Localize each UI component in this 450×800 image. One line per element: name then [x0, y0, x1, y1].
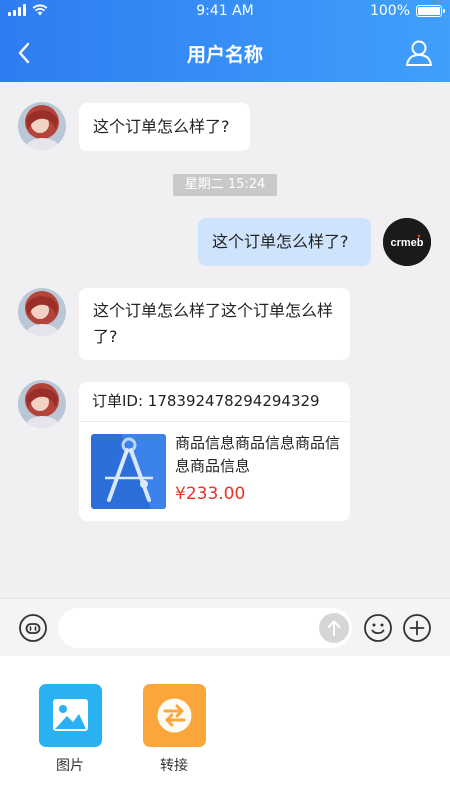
status-right: 100% — [369, 3, 445, 19]
page-title: 用户名称 — [186, 44, 263, 66]
image-tool[interactable]: 图片 — [38, 684, 102, 775]
battery-icon — [416, 5, 445, 17]
avatar[interactable] — [18, 288, 66, 336]
crmeb-logo: crmeb — [383, 218, 431, 266]
timestamp: 星期二 15:24 — [173, 174, 277, 196]
image-icon — [38, 684, 102, 747]
message-text: 这个订单怎么样了? — [212, 232, 349, 251]
avatar[interactable] — [18, 380, 66, 428]
emoji-button[interactable] — [363, 613, 393, 643]
message-bubble: 这个订单怎么样了? — [79, 103, 250, 151]
product-price: ¥233.00 — [175, 484, 246, 504]
more-button[interactable] — [402, 613, 432, 643]
status-bar: 9:41 AM 100% — [0, 0, 450, 24]
tools-panel: 图片 转接 — [0, 656, 450, 800]
product-image — [91, 434, 166, 509]
message-text: 这个订单怎么样了? — [93, 117, 230, 136]
send-button[interactable] — [319, 613, 349, 643]
chat-area[interactable]: 这个订单怎么样了? 星期二 15:24 这个订单怎么样了? crmeb 这个订单… — [0, 82, 450, 598]
voice-button[interactable] — [18, 613, 48, 643]
transfer-tool-label: 转接 — [160, 758, 188, 774]
emoji-icon — [364, 614, 392, 642]
order-id: 订单ID: 178392478294294329 — [92, 392, 320, 410]
message-text: 这个订单怎么样了这个订单怎么样了? — [93, 301, 334, 346]
plus-icon — [403, 614, 431, 642]
divider — [79, 421, 350, 422]
arrow-up-icon — [327, 620, 341, 636]
avatar[interactable] — [18, 102, 66, 150]
voice-icon — [19, 614, 47, 642]
order-card[interactable]: 订单ID: 178392478294294329 商品信息商品信息商品信息商品信… — [79, 382, 350, 521]
transfer-tool[interactable]: 转接 — [142, 684, 206, 775]
transfer-icon — [142, 684, 206, 747]
nav-bar: 用户名称 — [0, 30, 450, 76]
app-header: 9:41 AM 100% 用户名称 — [0, 0, 450, 82]
user-profile-button[interactable] — [404, 38, 434, 68]
user-icon — [406, 40, 432, 66]
product-name: 商品信息商品信息商品信息商品信息 — [175, 434, 341, 475]
message-bubble: 这个订单怎么样了这个订单怎么样了? — [79, 288, 350, 360]
input-bar — [0, 598, 450, 656]
message-input[interactable] — [58, 608, 352, 648]
message-bubble-mine: 这个订单怎么样了? — [198, 218, 371, 266]
my-avatar[interactable]: crmeb — [383, 218, 431, 266]
image-tool-label: 图片 — [56, 758, 84, 774]
battery-percent: 100% — [369, 3, 410, 19]
svg-text:crmeb: crmeb — [390, 237, 423, 249]
